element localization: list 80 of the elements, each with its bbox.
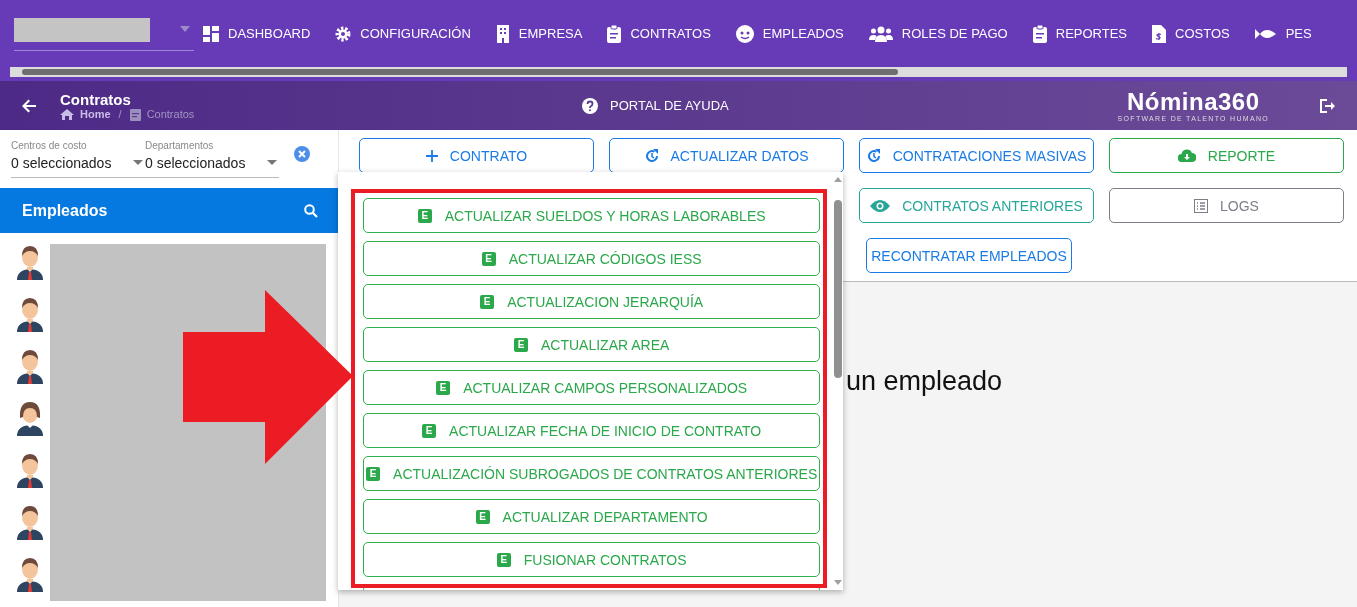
scroll-up-icon[interactable] [834, 177, 843, 182]
clipboard-icon [607, 24, 622, 43]
breadcrumb-separator: / [118, 108, 122, 120]
nav-link[interactable]: REPORTES [1032, 24, 1128, 43]
employees-title: Empleados [22, 201, 108, 220]
logo-name: Nómina360 [1127, 89, 1260, 115]
page-title: Contratos [60, 90, 132, 108]
nav-link[interactable]: EMPLEADOS [735, 24, 844, 43]
menu-item[interactable]: E ACTUALIZAR CÓDIGOS IESS [363, 241, 821, 276]
building-icon [495, 24, 510, 43]
menu-item[interactable]: E ACTUALIZAR CAMPOS PERSONALIZADOS [363, 370, 821, 405]
invoice-icon [1152, 24, 1167, 43]
action-button[interactable]: ACTUALIZAR DATOS [609, 138, 844, 173]
group-icon [868, 25, 893, 42]
avatar-icon [17, 556, 43, 592]
filter-select[interactable]: Departamentos 0 seleccionados [145, 140, 279, 178]
menu-item[interactable]: E ACTUALIZAR DEPARTAMENTO [363, 499, 821, 534]
menu-item[interactable]: E ACTUALIZACIÓN SUBROGADOS DE CONTRATOS ANTERIORES [363, 456, 821, 491]
settings-icon [335, 25, 352, 42]
nav-link[interactable]: COSTOS [1152, 24, 1230, 43]
breadcrumb-link[interactable]: Contratos [146, 108, 195, 120]
caret-icon [267, 160, 277, 165]
action-button[interactable]: CONTRATACIONES MASIVAS [859, 138, 1094, 173]
avatar-icon [17, 244, 43, 280]
eye-icon [870, 199, 891, 212]
excel-badge: E [481, 251, 496, 266]
avatar-icon [17, 400, 43, 436]
fish-icon [1254, 26, 1277, 41]
excel-badge: E [496, 552, 511, 567]
action-button[interactable]: RECONTRATAR EMPLEADOS [866, 238, 1072, 273]
avatar-icon [17, 452, 43, 488]
refresh-icon [644, 148, 659, 163]
action-button[interactable]: LOGS [1109, 188, 1344, 223]
caret-icon [133, 160, 143, 165]
excel-badge: E [422, 423, 437, 438]
plus-icon [425, 149, 438, 162]
nav-link[interactable]: CONTRATOS [607, 24, 711, 43]
excel-badge: E [480, 294, 495, 309]
clear-icon[interactable] [294, 146, 310, 162]
home-icon [60, 108, 74, 120]
face-icon [735, 24, 754, 43]
company-select[interactable] [14, 16, 194, 51]
avatar-icon [17, 296, 43, 332]
avatar-icon [17, 348, 43, 384]
help-portal-link[interactable]: PORTAL DE AYUDA [582, 97, 729, 114]
refresh-icon [866, 148, 881, 163]
excel-badge: E [366, 466, 381, 481]
dashboard-icon [203, 25, 219, 42]
search-icon[interactable] [304, 203, 318, 218]
back-arrow-icon[interactable] [22, 98, 36, 113]
nav-link[interactable]: PES [1254, 26, 1312, 41]
menu-item[interactable]: E FUSIONAR CONTRATOS [363, 542, 821, 577]
excel-badge: E [513, 337, 528, 352]
excel-badge: E [436, 380, 451, 395]
logout-icon[interactable] [1319, 97, 1335, 114]
menu-item[interactable]: E ACTUALIZAR AREA [363, 327, 821, 362]
action-button[interactable]: REPORTE [1109, 138, 1344, 173]
list-icon [1194, 198, 1209, 213]
nav-link[interactable]: DASHBOARD [203, 25, 311, 42]
filter-select[interactable]: Centros de costo 0 seleccionados [11, 140, 145, 178]
horizontal-scrollbar[interactable] [10, 67, 1347, 77]
caret-icon [180, 26, 190, 32]
menu-item[interactable]: E ACTUALIZAR SUELDOS Y HORAS LABORABLES [363, 198, 821, 233]
breadcrumb-link[interactable]: Home [80, 108, 111, 120]
empty-message: un empleado [846, 366, 1003, 396]
action-button[interactable]: CONTRATOS ANTERIORES [859, 188, 1094, 223]
menu-item[interactable]: E ACTUALIZACION JERARQUÍA [363, 284, 821, 319]
nav-link[interactable]: EMPRESA [495, 24, 583, 43]
cloud-download-icon [1177, 149, 1196, 162]
excel-badge: E [475, 509, 490, 524]
excel-badge: E [417, 208, 432, 223]
avatar-icon [17, 504, 43, 540]
action-button[interactable]: CONTRATO [359, 138, 594, 173]
nav-link[interactable]: ROLES DE PAGO [868, 25, 1008, 42]
help-icon [582, 97, 598, 114]
clipboard-icon [129, 107, 141, 121]
nav-link[interactable]: CONFIGURACIÓN [335, 25, 471, 42]
menu-item[interactable]: E ACTUALIZAR FECHA DE INICIO DE CONTRATO [363, 413, 821, 448]
clipboard-icon [1032, 24, 1047, 43]
scroll-down-icon[interactable] [834, 580, 843, 585]
